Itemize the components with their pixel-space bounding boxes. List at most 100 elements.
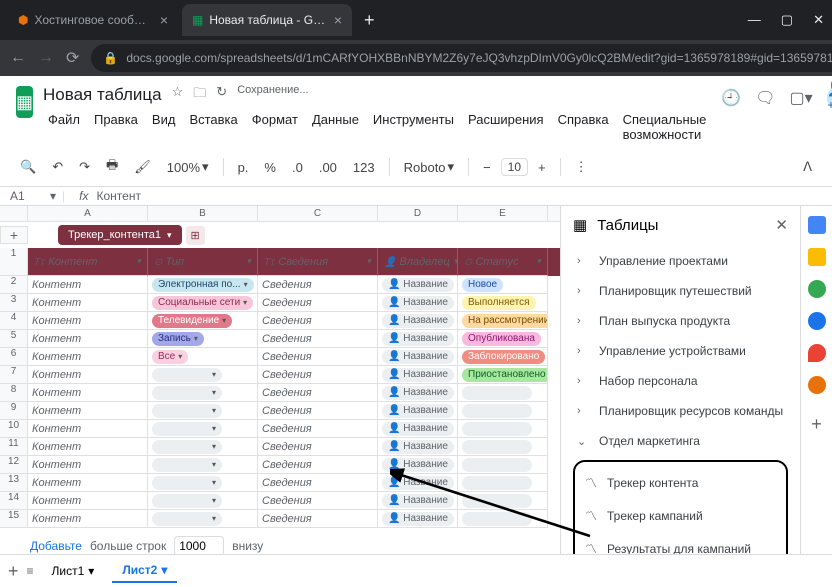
col-header-C[interactable]: C	[258, 206, 378, 221]
table-row[interactable]: 14Контент▾Сведения👤 Название	[0, 492, 560, 510]
menu-Справка[interactable]: Справка	[553, 110, 614, 144]
cell-status[interactable]: Заблокировано	[458, 348, 548, 366]
cell-type[interactable]: ▾	[148, 366, 258, 384]
row-header[interactable]: 8	[0, 384, 28, 402]
select-all-corner[interactable]	[0, 206, 28, 221]
row-header[interactable]: 11	[0, 438, 28, 456]
cell-info[interactable]: Сведения	[258, 438, 378, 456]
cell-info[interactable]: Сведения	[258, 474, 378, 492]
row-header[interactable]: 12	[0, 456, 28, 474]
cell-info[interactable]: Сведения	[258, 276, 378, 294]
more-formats-button[interactable]: 123	[347, 156, 381, 179]
cell-info[interactable]: Сведения	[258, 420, 378, 438]
close-icon[interactable]: ×	[160, 12, 168, 28]
browser-tab-0[interactable]: ⬢ Хостинговое сообщество «Tim ×	[8, 4, 178, 36]
cell-content[interactable]: Контент	[28, 402, 148, 420]
sheet-tab-0[interactable]: Лист1 ▾	[42, 560, 105, 582]
col-status-header[interactable]: ⊙ Статус▾	[458, 248, 548, 276]
undo-button[interactable]: ↶	[46, 155, 69, 179]
cell-owner[interactable]: 👤 Название	[378, 312, 458, 330]
new-tab-button[interactable]: +	[364, 10, 375, 31]
side-category[interactable]: ›План выпуска продукта	[573, 306, 788, 336]
cell-type[interactable]: ▾	[148, 420, 258, 438]
cell-content[interactable]: Контент	[28, 456, 148, 474]
cell-status[interactable]: Новое	[458, 276, 548, 294]
cell-content[interactable]: Контент	[28, 438, 148, 456]
name-box[interactable]: A1	[10, 189, 50, 203]
side-category[interactable]: ›Управление проектами	[573, 246, 788, 276]
table-row[interactable]: 2КонтентЭлектронная по... ▾Сведения👤 Наз…	[0, 276, 560, 294]
close-button[interactable]: ✕	[813, 12, 824, 28]
cell-type[interactable]: Социальные сети ▾	[148, 294, 258, 312]
side-category[interactable]: ›Планировщик путешествий	[573, 276, 788, 306]
menu-Данные[interactable]: Данные	[307, 110, 364, 144]
cell-owner[interactable]: 👤 Название	[378, 384, 458, 402]
cell-info[interactable]: Сведения	[258, 366, 378, 384]
zoom-select[interactable]: 100% ▾	[161, 155, 215, 179]
all-sheets-button[interactable]: ≡	[27, 564, 34, 578]
row-header[interactable]: 9	[0, 402, 28, 420]
side-template[interactable]: 〽Трекер кампаний	[581, 499, 780, 532]
cell-status[interactable]	[458, 438, 548, 456]
cell-owner[interactable]: 👤 Название	[378, 492, 458, 510]
cell-info[interactable]: Сведения	[258, 348, 378, 366]
close-icon[interactable]: ×	[334, 12, 342, 28]
table-row[interactable]: 3КонтентСоциальные сети ▾Сведения👤 Назва…	[0, 294, 560, 312]
star-icon[interactable]: ☆	[172, 84, 184, 106]
font-size-plus[interactable]: +	[532, 156, 552, 179]
cell-status[interactable]	[458, 474, 548, 492]
add-rows-input[interactable]	[174, 536, 224, 554]
maximize-button[interactable]: ▢	[781, 12, 793, 28]
search-menus-button[interactable]: 🔍	[14, 155, 42, 179]
cell-owner[interactable]: 👤 Название	[378, 348, 458, 366]
add-icon[interactable]: +	[811, 414, 822, 435]
cell-owner[interactable]: 👤 Название	[378, 366, 458, 384]
cell-content[interactable]: Контент	[28, 330, 148, 348]
row-header[interactable]: 2	[0, 276, 28, 294]
cell-content[interactable]: Контент	[28, 474, 148, 492]
table-row[interactable]: 5КонтентЗапись ▾Сведения👤 НазваниеОпубли…	[0, 330, 560, 348]
cell-type[interactable]: ▾	[148, 510, 258, 528]
row-header[interactable]: 13	[0, 474, 28, 492]
cell-owner[interactable]: 👤 Название	[378, 438, 458, 456]
cell-owner[interactable]: 👤 Название	[378, 420, 458, 438]
row-header[interactable]: 14	[0, 492, 28, 510]
reload-button[interactable]: ⟳	[66, 48, 79, 68]
table-row[interactable]: 11Контент▾Сведения👤 Название	[0, 438, 560, 456]
table-expand-icon[interactable]: ⊞	[186, 226, 205, 245]
close-icon[interactable]: ✕	[775, 216, 788, 234]
cell-info[interactable]: Сведения	[258, 402, 378, 420]
menu-Файл[interactable]: Файл	[43, 110, 85, 144]
spreadsheet-grid[interactable]: A B C D E + Трекер_контента1▾ ⊞ 1 Tᴛ Кон…	[0, 206, 560, 554]
cell-status[interactable]	[458, 510, 548, 528]
cell-info[interactable]: Сведения	[258, 456, 378, 474]
col-owner-header[interactable]: 👤 Владелец▾	[378, 248, 458, 276]
cell-owner[interactable]: 👤 Название	[378, 402, 458, 420]
tasks-icon[interactable]	[808, 280, 826, 298]
side-category-expanded[interactable]: ⌄ Отдел маркетинга	[573, 426, 788, 456]
cell-status[interactable]	[458, 492, 548, 510]
cell-type[interactable]: ▾	[148, 492, 258, 510]
decrease-decimal-button[interactable]: .0	[286, 156, 309, 179]
minimize-button[interactable]: —	[748, 12, 761, 28]
row-header[interactable]: 4	[0, 312, 28, 330]
side-template[interactable]: 〽Трекер контента	[581, 466, 780, 499]
cell-type[interactable]: Телевидение ▾	[148, 312, 258, 330]
percent-button[interactable]: %	[258, 156, 282, 179]
cloud-icon[interactable]: ↻	[216, 84, 227, 106]
cell-type[interactable]: Электронная по... ▾	[148, 276, 258, 294]
cell-type[interactable]: ▾	[148, 438, 258, 456]
font-select[interactable]: Roboto ▾	[398, 155, 460, 179]
cell-owner[interactable]: 👤 Название	[378, 474, 458, 492]
menu-Вид[interactable]: Вид	[147, 110, 181, 144]
row-header[interactable]: 10	[0, 420, 28, 438]
table-name-chip[interactable]: Трекер_контента1▾	[58, 225, 182, 245]
cell-info[interactable]: Сведения	[258, 294, 378, 312]
cell-owner[interactable]: 👤 Название	[378, 276, 458, 294]
row-header-1[interactable]: 1	[0, 248, 28, 276]
col-header-E[interactable]: E	[458, 206, 548, 221]
cell-info[interactable]: Сведения	[258, 492, 378, 510]
sheet-tab-1[interactable]: Лист2 ▾	[112, 559, 177, 583]
cell-type[interactable]: ▾	[148, 456, 258, 474]
cell-content[interactable]: Контент	[28, 510, 148, 528]
